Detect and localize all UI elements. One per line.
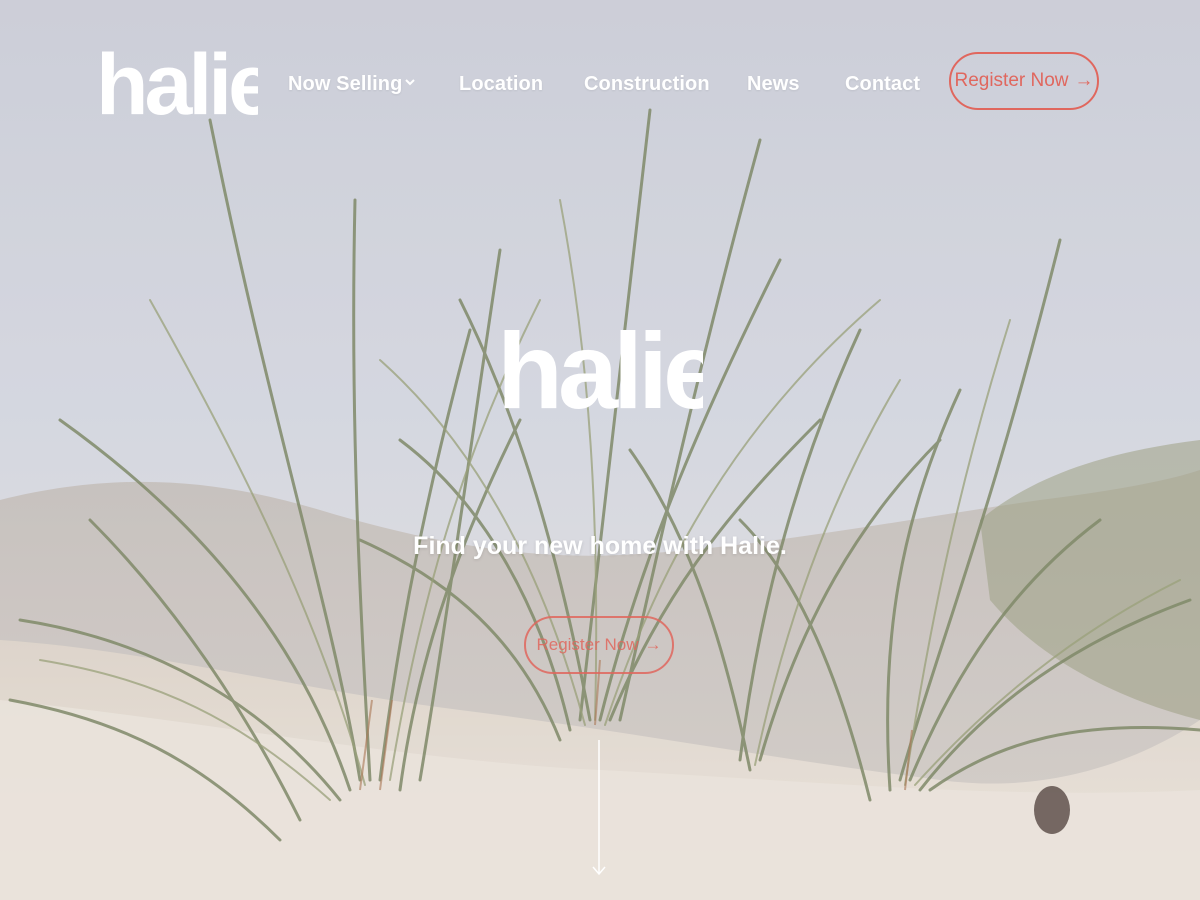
- arrow-down-icon[interactable]: [590, 740, 608, 880]
- arrow-right-icon: →: [1074, 70, 1094, 91]
- nav-item-now-selling[interactable]: Now Selling: [288, 62, 416, 106]
- hero-tagline: Find your new home with Halie.: [413, 532, 787, 560]
- nav-item-label: News: [747, 73, 800, 95]
- register-now-button-hero[interactable]: Register Now →: [524, 616, 674, 674]
- svg-text:halie: halie: [497, 320, 703, 416]
- arrow-right-icon: →: [644, 635, 662, 654]
- nav-item-label: Construction: [584, 73, 710, 95]
- hero-halie-logo: halie: [497, 320, 703, 416]
- register-now-label: Register Now: [536, 635, 639, 654]
- nav-item-label: Now Selling: [288, 73, 403, 95]
- nav-item-location[interactable]: Location: [459, 62, 543, 106]
- chevron-down-icon: [405, 79, 416, 86]
- register-now-label: Register Now: [954, 70, 1069, 91]
- nav-item-label: Contact: [845, 73, 921, 95]
- nav-item-label: Location: [459, 73, 544, 95]
- nav-item-contact[interactable]: Contact: [845, 62, 920, 106]
- nav-item-construction[interactable]: Construction: [584, 62, 710, 106]
- nav-item-news[interactable]: News: [747, 62, 800, 106]
- svg-text:halie: halie: [96, 44, 258, 120]
- register-now-button-header[interactable]: Register Now →: [949, 52, 1099, 110]
- halie-logo[interactable]: halie: [96, 44, 258, 120]
